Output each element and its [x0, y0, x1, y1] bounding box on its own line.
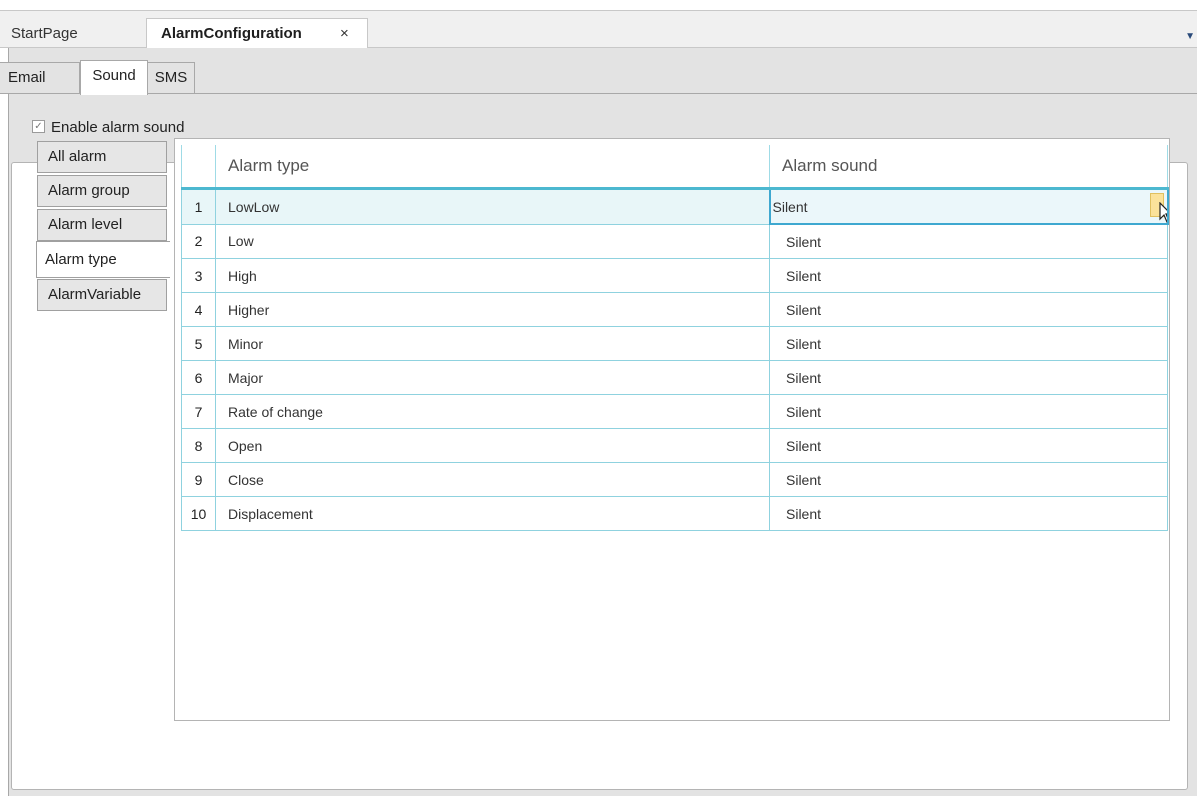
row-index: 8: [181, 428, 216, 463]
alarm-type-cell[interactable]: LowLow: [215, 188, 770, 225]
alarm-type-cell[interactable]: Open: [215, 428, 770, 463]
alarm-sound-grid: Alarm type Alarm sound 1 LowLow Silent 2…: [174, 138, 1170, 721]
table-row[interactable]: 6 Major Silent: [181, 360, 1168, 395]
column-header-alarm-sound[interactable]: Alarm sound: [769, 145, 1168, 190]
table-row[interactable]: 1 LowLow Silent: [181, 187, 1169, 225]
enable-alarm-sound-checkbox[interactable]: ✓: [32, 119, 45, 133]
index-column-header: [181, 145, 216, 190]
table-row[interactable]: 9 Close Silent: [181, 462, 1168, 497]
category-alarm-group[interactable]: Alarm group: [37, 175, 167, 207]
alarm-type-cell[interactable]: Higher: [215, 292, 770, 327]
category-alarm-level[interactable]: Alarm level: [37, 209, 167, 241]
alarm-type-cell[interactable]: Displacement: [215, 496, 770, 531]
alarm-sound-cell[interactable]: Silent: [769, 223, 1168, 259]
enable-alarm-sound-row[interactable]: ✓ Enable alarm sound: [32, 118, 184, 138]
table-row[interactable]: 3 High Silent: [181, 258, 1168, 293]
row-index: 5: [181, 326, 216, 361]
alarm-sound-cell[interactable]: Silent: [769, 428, 1168, 463]
category-all-alarm[interactable]: All alarm: [37, 141, 167, 173]
tab-alarm-configuration[interactable]: AlarmConfiguration ×: [146, 18, 368, 49]
alarm-type-cell[interactable]: Major: [215, 360, 770, 395]
alarm-sound-cell[interactable]: Silent: [769, 292, 1168, 327]
alarm-type-cell[interactable]: Minor: [215, 326, 770, 361]
tab-sms[interactable]: SMS: [147, 62, 195, 94]
tab-alarm-configuration-label: AlarmConfiguration: [161, 25, 302, 42]
alarm-sound-cell[interactable]: Silent: [769, 462, 1168, 497]
category-alarm-type[interactable]: Alarm type: [36, 241, 170, 278]
category-alarm-variable[interactable]: AlarmVariable: [37, 279, 167, 311]
alarm-type-table: Alarm type Alarm sound 1 LowLow Silent 2…: [181, 145, 1169, 531]
alarm-type-cell[interactable]: Close: [215, 462, 770, 497]
row-index: 9: [181, 462, 216, 497]
alarm-sound-cell[interactable]: Silent: [769, 394, 1168, 429]
row-index: 7: [181, 394, 216, 429]
tab-overflow-icon[interactable]: ▼: [1185, 31, 1195, 42]
row-index: 2: [181, 223, 216, 259]
enable-alarm-sound-label: Enable alarm sound: [51, 119, 185, 136]
table-row[interactable]: 5 Minor Silent: [181, 326, 1168, 361]
table-row[interactable]: 10 Displacement Silent: [181, 496, 1168, 531]
table-header-row: Alarm type Alarm sound: [181, 145, 1168, 190]
row-index: 4: [181, 292, 216, 327]
row-index: 10: [181, 496, 216, 531]
tab-sound[interactable]: Sound: [80, 60, 148, 95]
table-row[interactable]: 4 Higher Silent: [181, 292, 1168, 327]
alarm-type-cell[interactable]: Low: [215, 223, 770, 259]
alarm-sound-cell[interactable]: Silent: [769, 326, 1168, 361]
document-tab-bar: StartPage AlarmConfiguration × ▼: [0, 10, 1197, 49]
alarm-sound-cell[interactable]: Silent: [769, 360, 1168, 395]
mouse-cursor-icon: [1158, 202, 1166, 222]
notification-tabs: Email Sound SMS: [0, 48, 1197, 95]
table-row[interactable]: 7 Rate of change Silent: [181, 394, 1168, 429]
close-icon[interactable]: ×: [340, 19, 349, 49]
column-header-alarm-type[interactable]: Alarm type: [215, 145, 770, 190]
alarm-sound-cell[interactable]: Silent: [769, 258, 1168, 293]
alarm-sound-cell[interactable]: Silent: [769, 496, 1168, 531]
alarm-sound-value: Silent: [772, 198, 808, 215]
row-index: 1: [181, 188, 216, 225]
tab-startpage[interactable]: StartPage: [11, 19, 78, 49]
table-row[interactable]: 2 Low Silent: [181, 223, 1168, 259]
alarm-type-cell[interactable]: Rate of change: [215, 394, 770, 429]
alarm-sound-cell-editing[interactable]: Silent: [768, 187, 1169, 225]
table-row[interactable]: 8 Open Silent: [181, 428, 1168, 463]
tab-email[interactable]: Email: [0, 62, 80, 94]
row-index: 3: [181, 258, 216, 293]
row-index: 6: [181, 360, 216, 395]
alarm-type-cell[interactable]: High: [215, 258, 770, 293]
